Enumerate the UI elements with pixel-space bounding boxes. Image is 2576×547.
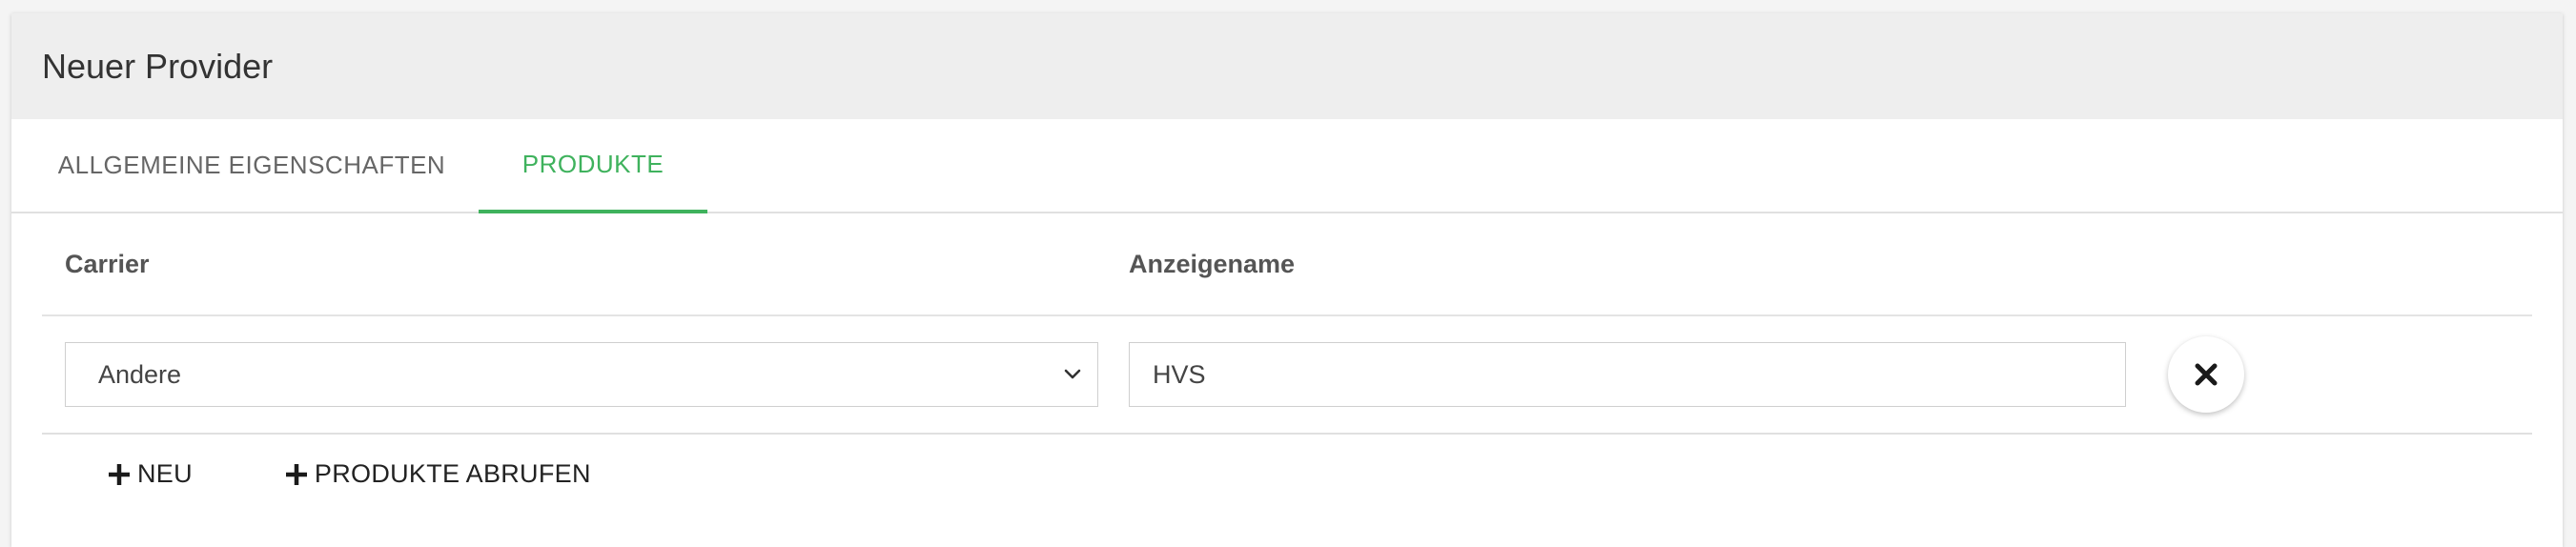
- table-header: Carrier Anzeigename: [42, 213, 2532, 316]
- products-table: Carrier Anzeigename Andere: [42, 213, 2532, 435]
- column-header-carrier: Carrier: [65, 249, 150, 278]
- carrier-select[interactable]: Andere: [65, 342, 1098, 407]
- fetch-products-button[interactable]: PRODUKTE ABRUFEN: [284, 459, 591, 489]
- close-icon: [2195, 363, 2218, 386]
- table-row: Andere: [42, 316, 2532, 435]
- add-new-button[interactable]: NEU: [107, 459, 193, 489]
- remove-row-button[interactable]: [2168, 336, 2244, 413]
- plus-icon: [109, 463, 130, 485]
- tab-products[interactable]: PRODUKTE: [479, 119, 707, 213]
- chevron-down-icon: [1064, 369, 1081, 379]
- column-header-display-name: Anzeigename: [1129, 249, 1296, 278]
- display-name-input[interactable]: [1129, 342, 2126, 407]
- table-actions: NEU PRODUKTE ABRUFEN: [107, 459, 591, 489]
- tab-bar: ALLGEMEINE EIGENSCHAFTEN PRODUKTE: [11, 119, 2563, 213]
- add-new-label: NEU: [137, 459, 193, 488]
- fetch-products-label: PRODUKTE ABRUFEN: [314, 459, 591, 488]
- page-title: Neuer Provider: [42, 46, 274, 86]
- carrier-select-value: Andere: [98, 359, 182, 389]
- card-header: Neuer Provider: [11, 13, 2563, 119]
- provider-card: Neuer Provider ALLGEMEINE EIGENSCHAFTEN …: [11, 13, 2563, 547]
- plus-icon: [285, 463, 307, 485]
- tab-general-properties[interactable]: ALLGEMEINE EIGENSCHAFTEN: [11, 119, 479, 212]
